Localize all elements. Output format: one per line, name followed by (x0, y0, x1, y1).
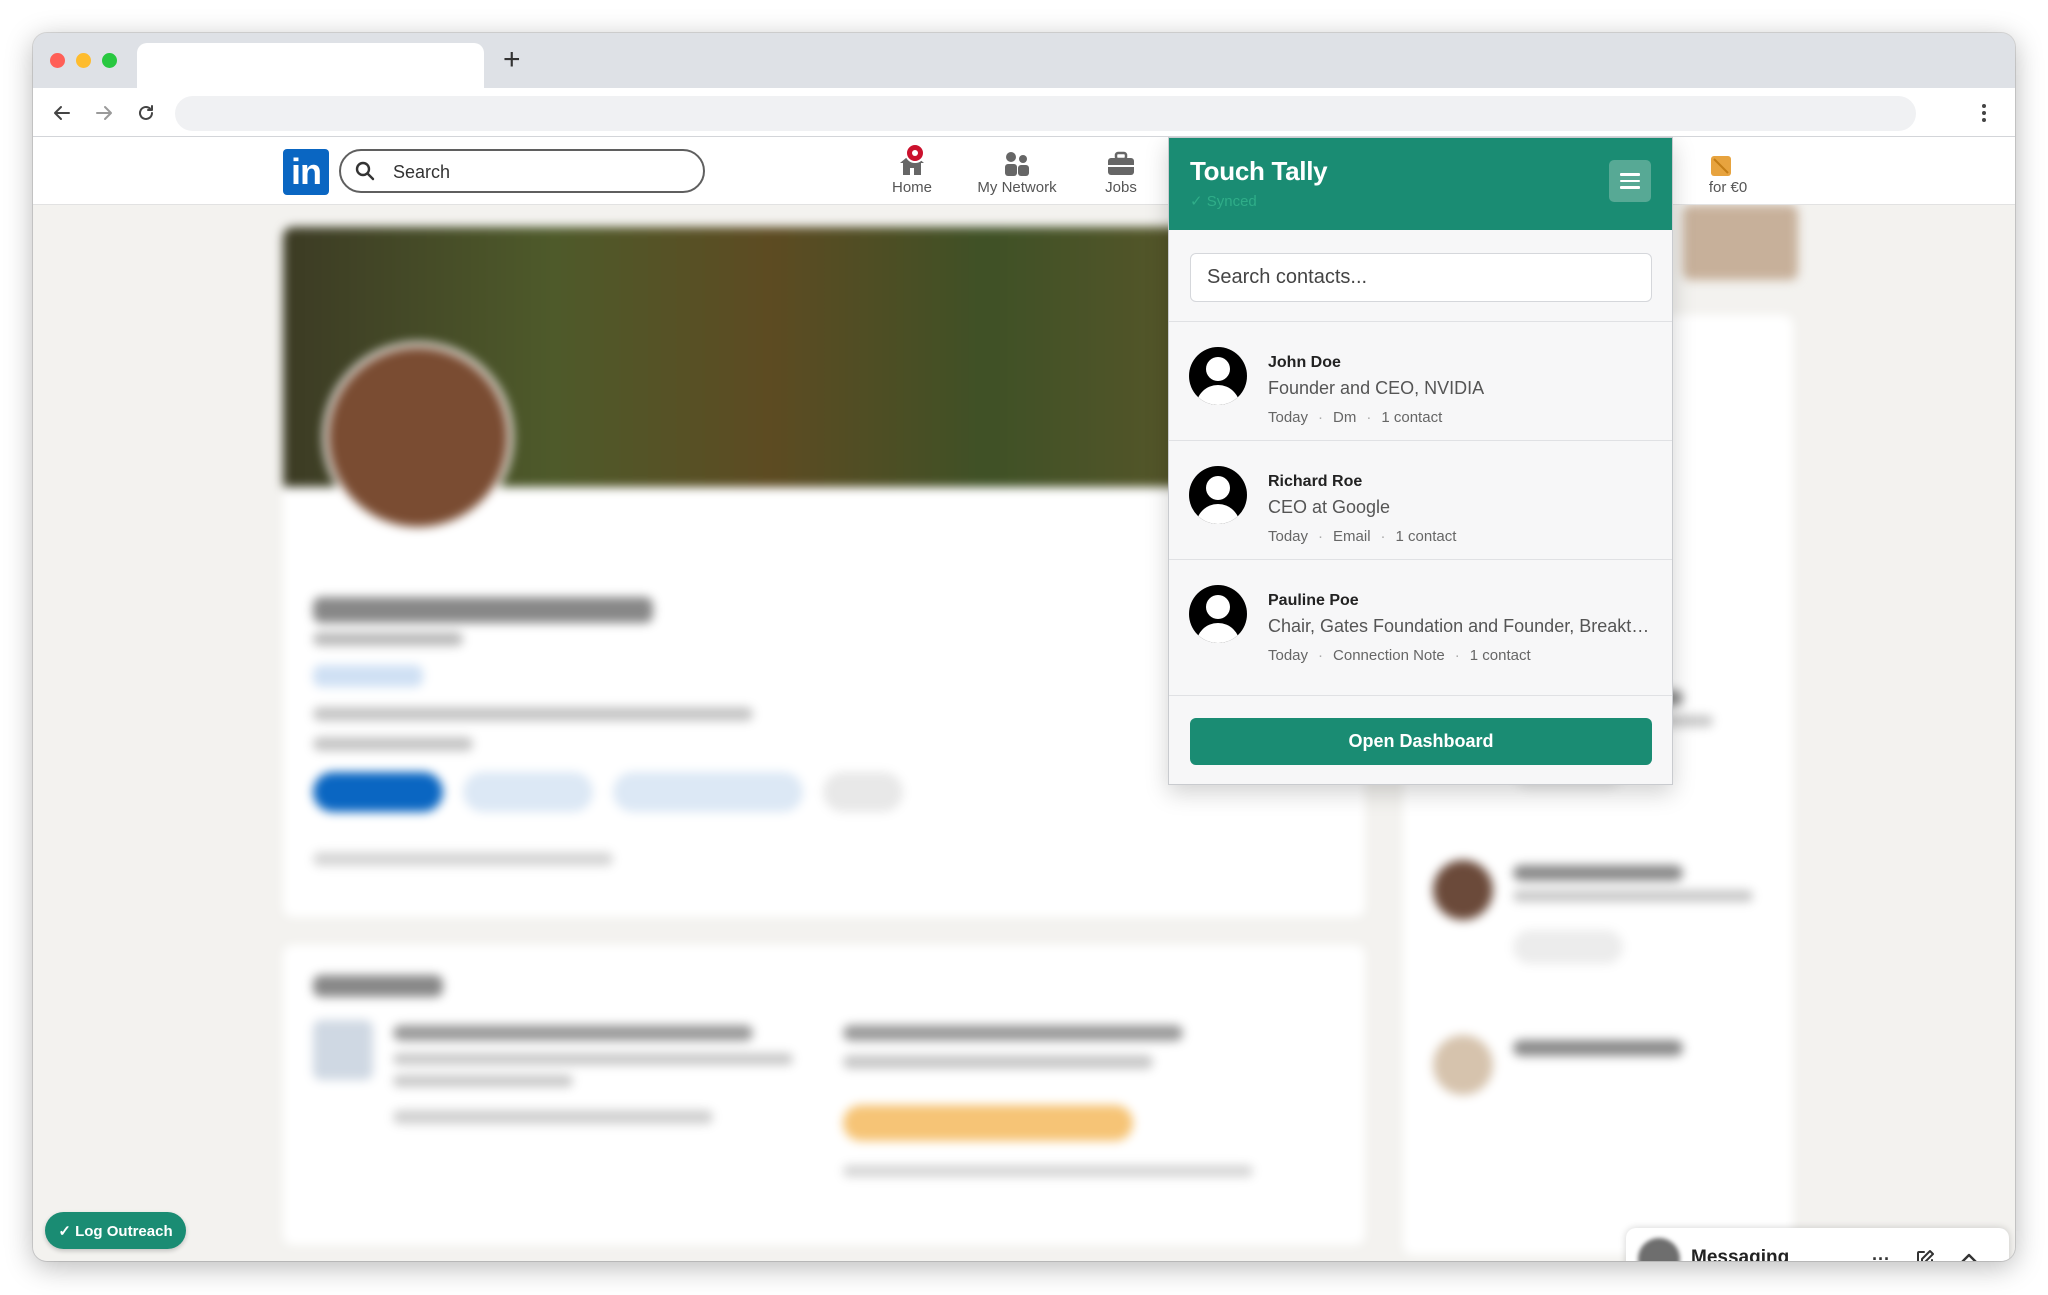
minimize-window-button[interactable] (76, 53, 91, 68)
contact-role: Chair, Gates Foundation and Founder, Bre… (1268, 616, 1654, 636)
messaging-label: Messaging (1691, 1247, 1790, 1261)
highlights-card (283, 945, 1365, 1245)
more-options-button[interactable]: ··· (1868, 1246, 1894, 1262)
back-button[interactable] (47, 98, 77, 128)
contact-list-item[interactable]: Richard Roe CEO at Google Today · Email · 1 … (1169, 441, 1672, 560)
forward-button[interactable] (89, 98, 119, 128)
briefcase-icon (1108, 151, 1134, 175)
contact-channel: Email (1333, 528, 1371, 545)
chevron-up-icon (1961, 1253, 1977, 1261)
nav-home-label: Home (891, 179, 932, 196)
compose-message-button[interactable] (1912, 1246, 1938, 1261)
collapse-messaging-button[interactable] (1956, 1246, 1982, 1261)
address-bar[interactable] (175, 96, 1916, 131)
open-dashboard-button[interactable]: Open Dashboard (1190, 718, 1652, 765)
contact-meta: Today · Dm · 1 contact (1268, 409, 1443, 426)
menu-icon (1620, 173, 1640, 176)
nav-jobs-label: Jobs (1105, 179, 1137, 196)
browser-toolbar (33, 88, 2015, 137)
user-avatar-icon (1189, 585, 1247, 643)
contact-name: John Doe (1268, 354, 1341, 371)
maximize-window-button[interactable] (102, 53, 117, 68)
contact-date: Today (1268, 647, 1309, 664)
kebab-menu-icon (1982, 104, 1986, 122)
contact-count: 1 contact (1395, 528, 1457, 545)
contact-channel: Dm (1333, 409, 1357, 426)
blurred-profile-background (33, 205, 2015, 1261)
nav-premium-partial[interactable]: for €0 (1698, 145, 1758, 196)
contact-name: Richard Roe (1268, 473, 1363, 490)
touch-tally-popup: Touch Tally ✓ Synced John Doe Founder an… (1168, 137, 1673, 785)
reload-icon (139, 105, 153, 120)
popup-title: Touch Tally (1190, 156, 1328, 186)
people-icon (1005, 152, 1029, 176)
contact-date: Today (1268, 409, 1309, 426)
profile-photo (323, 342, 513, 532)
popup-header: Touch Tally ✓ Synced (1169, 138, 1672, 230)
search-placeholder: Search (393, 162, 451, 182)
contact-channel: Connection Note (1333, 647, 1445, 664)
compose-icon (1917, 1250, 1934, 1261)
log-outreach-button[interactable]: ✓ Log Outreach (45, 1212, 186, 1249)
nav-my-network[interactable]: My Network (968, 145, 1066, 196)
contact-list-item[interactable]: John Doe Founder and CEO, NVIDIA Today · D… (1169, 322, 1672, 441)
hamburger-menu-button[interactable] (1609, 160, 1651, 202)
close-window-button[interactable] (50, 53, 65, 68)
nav-my-network-label: My Network (977, 179, 1057, 196)
contact-meta: Today · Connection Note · 1 contact (1268, 647, 1531, 664)
avatar (1638, 1238, 1680, 1261)
tab-strip: + (33, 33, 2015, 88)
nav-home[interactable]: Home (877, 143, 947, 196)
messaging-bar[interactable]: Messaging ··· (1626, 1228, 2009, 1261)
linkedin-logo[interactable]: in (283, 149, 329, 195)
search-icon (355, 161, 375, 181)
contact-count: 1 contact (1469, 647, 1531, 664)
arrow-right-icon (96, 106, 112, 120)
contact-meta: Today · Email · 1 contact (1268, 528, 1457, 545)
nav-jobs[interactable]: Jobs (1086, 145, 1156, 196)
web-page: in Search Home My Network Jobs for €0 To… (33, 137, 2015, 1261)
arrow-left-icon (54, 106, 70, 120)
browser-tab[interactable] (137, 43, 484, 88)
contact-role: CEO at Google (1268, 497, 1391, 517)
linkedin-nav-bar: in Search Home My Network Jobs for €0 (33, 137, 2015, 205)
premium-icon (1711, 156, 1731, 176)
user-avatar-icon (1189, 466, 1247, 524)
contact-list-item[interactable]: Pauline Poe Chair, Gates Foundation and … (1169, 560, 1672, 696)
contact-date: Today (1268, 528, 1309, 545)
contact-count: 1 contact (1381, 409, 1443, 426)
contact-role: Founder and CEO, NVIDIA (1268, 378, 1485, 398)
contact-search-input[interactable] (1190, 253, 1652, 302)
notification-badge (905, 143, 925, 163)
user-avatar-icon (1189, 347, 1247, 405)
nav-premium-label: for €0 (1708, 179, 1748, 196)
reload-button[interactable] (131, 98, 161, 128)
new-tab-button[interactable]: + (503, 45, 521, 75)
browser-window: + in Search Home My Network Jobs for €0 … (33, 33, 2015, 1261)
browser-menu-button[interactable] (1969, 98, 1999, 128)
sync-status: ✓ Synced (1190, 193, 1257, 210)
contact-list: John Doe Founder and CEO, NVIDIA Today · D… (1169, 321, 1672, 696)
contact-name: Pauline Poe (1268, 592, 1359, 609)
linkedin-search-input[interactable]: Search (339, 149, 705, 193)
